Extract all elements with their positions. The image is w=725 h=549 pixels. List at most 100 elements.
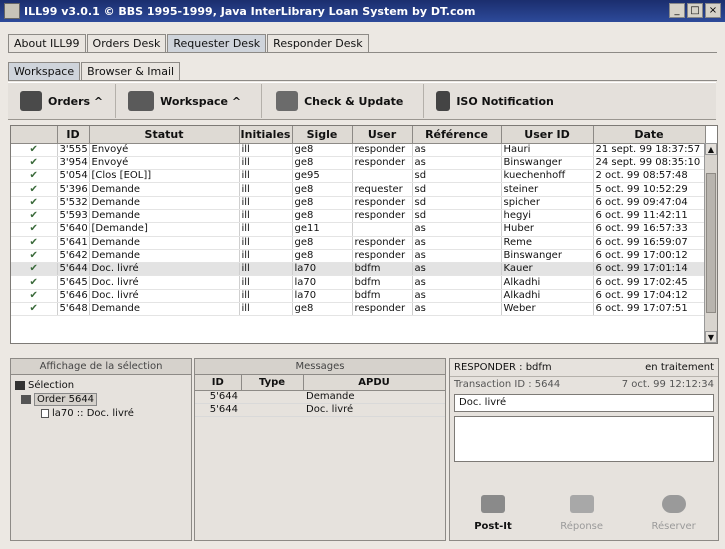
iso-notification-button[interactable]: ISO Notification (424, 84, 566, 118)
reserver-button[interactable]: Réserver (651, 495, 696, 532)
row-user (352, 222, 413, 237)
row-sigle: ge8 (292, 209, 353, 224)
iso-notification-label: ISO Notification (456, 94, 554, 108)
workspace-button[interactable]: Workspace ^ (116, 84, 263, 118)
column-header-reference[interactable]: Référence (412, 126, 502, 144)
table-row[interactable]: ✔ 5'646 Doc. livré ill la70 bdfm as Alkadhi 6 oc… (11, 289, 706, 304)
notes-textarea[interactable] (454, 416, 714, 462)
postit-button[interactable]: Post-It (474, 495, 512, 532)
orders-icon (20, 91, 42, 111)
messages-header-id[interactable]: ID (195, 375, 242, 391)
row-statut: Doc. livré (89, 275, 240, 290)
row-initiales: ill (239, 289, 293, 304)
tree-root[interactable]: Sélection (15, 378, 187, 392)
table-row[interactable]: ✔ 5'640 [Demande] ill ge11 as Huber 6 oct. 99 1… (11, 222, 706, 237)
transaction-date: 7 oct. 99 12:12:34 (621, 379, 714, 390)
tab-browser-imail[interactable]: Browser & Imail (81, 62, 181, 80)
row-user: responder (352, 209, 413, 224)
table-row[interactable]: ✔ 5'644 Doc. livré ill la70 bdfm as Kauer 6 oct.… (11, 262, 706, 277)
row-id: 5'642 (57, 249, 90, 264)
row-user-id: kuechenhoff (501, 169, 594, 184)
row-initiales: ill (239, 143, 293, 157)
column-header-check[interactable] (11, 126, 58, 144)
row-statut: Doc. livré (89, 289, 240, 304)
minimize-button[interactable]: _ (669, 3, 685, 18)
row-sigle: ge8 (292, 249, 353, 264)
row-id: 5'645 (57, 275, 90, 290)
column-header-user-id[interactable]: User ID (501, 126, 594, 144)
responder-status: en traitement (645, 362, 714, 373)
scroll-up-icon[interactable]: ▲ (705, 143, 717, 155)
row-reference: sd (412, 169, 502, 184)
tree-order[interactable]: Order 5644 (15, 392, 187, 406)
row-date: 6 oct. 99 17:00:12 (593, 249, 706, 264)
table-row[interactable]: ✔ 5'642 Demande ill ge8 responder as Binswanger… (11, 249, 706, 264)
row-user-id: hegyi (501, 209, 594, 224)
reponse-icon (569, 495, 594, 513)
window-controls: _ □ × (669, 3, 721, 18)
column-header-statut[interactable]: Statut (89, 126, 240, 144)
tab-requester-desk[interactable]: Requester Desk (167, 34, 267, 52)
toolbar: Orders ^ Workspace ^ Check & Update ISO … (8, 82, 716, 120)
row-reference: as (412, 262, 502, 277)
check-update-button[interactable]: Check & Update (262, 84, 425, 118)
maximize-button[interactable]: □ (687, 3, 703, 18)
column-header-initiales[interactable]: Initiales (239, 126, 293, 144)
message-apdu: Doc. livré (303, 403, 445, 417)
table-scrollbar[interactable]: ▲ ▼ (704, 143, 717, 343)
row-id: 5'532 (57, 196, 90, 210)
row-user-id: steiner (501, 182, 594, 197)
table-row[interactable]: ✔ 3'954 Envoyé ill ge8 responder as Binswanger 2… (11, 156, 706, 171)
row-id: 5'644 (57, 262, 90, 277)
status-field[interactable]: Doc. livré (454, 394, 714, 412)
row-statut: Demande (89, 302, 240, 317)
reponse-button[interactable]: Réponse (560, 495, 603, 532)
row-check-icon: ✔ (11, 236, 58, 250)
table-row[interactable]: ✔ 5'593 Demande ill ge8 responder sd hegyi 6 oct… (11, 209, 706, 224)
row-reference: as (412, 275, 502, 290)
tab-workspace[interactable]: Workspace (8, 62, 81, 80)
table-row[interactable]: ✔ 5'054 [Clos [EOL]] ill ge95 sd kuechenhoff 2 … (11, 169, 706, 184)
row-user-id: Alkadhi (501, 289, 594, 304)
row-initiales: ill (239, 249, 293, 264)
messages-table: ID Type APDU 5'644 Demande 5'644 Doc. livré (195, 375, 446, 417)
message-row[interactable]: 5'644 Doc. livré (195, 403, 445, 417)
sub-tabs: Workspace Browser & Imail (8, 62, 181, 80)
message-row[interactable]: 5'644 Demande (195, 390, 445, 404)
tab-responder-desk[interactable]: Responder Desk (267, 34, 369, 52)
column-header-sigle[interactable]: Sigle (292, 126, 353, 144)
tab-orders-desk[interactable]: Orders Desk (86, 34, 167, 52)
row-id: 5'646 (57, 289, 90, 304)
tree-child[interactable]: la70 :: Doc. livré (15, 406, 187, 420)
table-row[interactable]: ✔ 5'532 Demande ill ge8 responder sd spicher 6 o… (11, 196, 706, 210)
scroll-thumb[interactable] (706, 173, 716, 313)
row-check-icon: ✔ (11, 289, 58, 304)
close-button[interactable]: × (705, 3, 721, 18)
row-user: responder (352, 249, 413, 264)
messages-header-type[interactable]: Type (241, 375, 304, 391)
scroll-down-icon[interactable]: ▼ (705, 331, 717, 343)
tab-about[interactable]: About ILL99 (8, 34, 86, 52)
messages-panel: Messages ID Type APDU 5'644 Demande 5'644 D… (194, 358, 446, 541)
row-reference: as (412, 143, 502, 157)
column-header-date[interactable]: Date (593, 126, 706, 144)
table-row[interactable]: ✔ 5'648 Demande ill ge8 responder as Weber 6 oct… (11, 302, 706, 317)
table-row[interactable]: ✔ 5'645 Doc. livré ill la70 bdfm as Alkadhi 6 oc… (11, 275, 706, 290)
row-statut: Demande (89, 236, 240, 250)
row-sigle: ge11 (292, 222, 353, 237)
selection-panel-title: Affichage de la sélection (11, 359, 191, 375)
table-row[interactable]: ✔ 5'396 Demande ill ge8 requester sd steiner 5 o… (11, 182, 706, 197)
column-header-id[interactable]: ID (57, 126, 90, 144)
selection-panel: Affichage de la sélection Sélection Orde… (10, 358, 192, 541)
message-id: 5'644 (195, 390, 241, 404)
check-update-label: Check & Update (304, 94, 404, 108)
messages-header-apdu[interactable]: APDU (303, 375, 446, 391)
table-row[interactable]: ✔ 3'555 Envoyé ill ge8 responder as Hauri 21 sep… (11, 143, 706, 157)
row-sigle: ge95 (292, 169, 353, 184)
column-header-user[interactable]: User (352, 126, 413, 144)
row-id: 5'396 (57, 182, 90, 197)
row-check-icon: ✔ (11, 156, 58, 171)
table-row[interactable]: ✔ 5'641 Demande ill ge8 responder as Reme 6 oct.… (11, 236, 706, 250)
message-type-icon (241, 390, 303, 404)
orders-button[interactable]: Orders ^ (8, 84, 117, 118)
